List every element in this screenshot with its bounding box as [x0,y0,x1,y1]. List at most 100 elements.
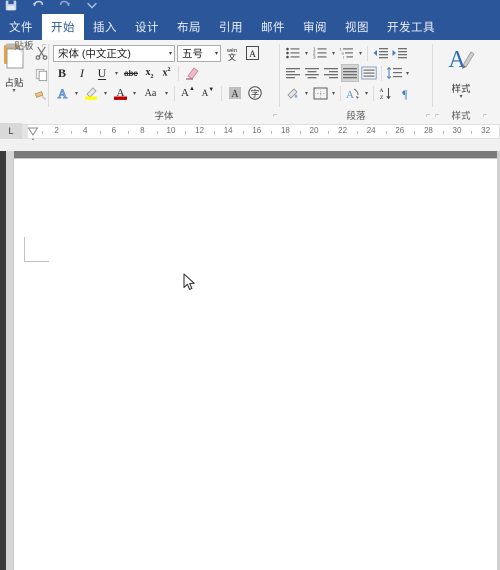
shading-caret-icon[interactable]: ▾ [303,90,310,97]
tab-3[interactable]: 设计 [126,14,168,40]
superscript-button[interactable]: x2 [159,64,174,82]
tab-2[interactable]: 插入 [84,14,126,40]
styles-dialog-launcher[interactable]: ⌐ [483,109,487,122]
numbering-button[interactable]: 123 [311,44,329,62]
phonetic-guide-icon[interactable]: wén 文 [223,44,241,62]
customize-quick-access-icon[interactable] [83,0,101,14]
bullets-button[interactable] [284,44,302,62]
font-row-3: A ▾ ▾ A ▾ Aa ▾ A ▲ A ▼ A 字 [49,83,264,103]
borders-button[interactable] [311,84,329,102]
svg-text:字: 字 [251,89,260,100]
line-spacing-button[interactable] [385,64,403,82]
ruler-minor-tick [213,131,215,134]
ruler-tick-label: 14 [223,126,233,135]
copy-icon[interactable] [32,65,48,83]
clear-formatting-icon[interactable] [183,64,201,82]
font-color-caret-icon[interactable]: ▾ [131,90,138,97]
clipboard-dialog-launcher[interactable]: ⌐ [42,40,46,52]
underline-button[interactable]: U [93,64,111,82]
ruler-tick-label: 8 [140,126,145,135]
increase-indent-button[interactable] [390,44,408,62]
tab-5[interactable]: 引用 [210,14,252,40]
format-painter-icon[interactable] [32,87,48,105]
document-area[interactable] [0,151,500,570]
align-left-button[interactable] [284,64,302,82]
bullets-caret-icon[interactable]: ▾ [303,50,310,57]
save-icon[interactable] [2,0,20,14]
paste-caret-icon[interactable]: ▾ [12,88,15,94]
highlight-caret-icon[interactable]: ▾ [102,90,109,97]
divider [174,85,175,101]
styles-group-label: ⌐ 样式 ⌐ [435,109,487,122]
borders-caret-icon[interactable]: ▾ [330,90,337,97]
enclose-character-button[interactable]: 字 [246,84,264,102]
tab-active-1[interactable]: 开始 [42,14,84,40]
tab-6[interactable]: 邮件 [252,14,294,40]
ribbon-group-paragraph: ▾ 123 ▾ 1ai ▾ ▾ ▾ ▾ A ▾ A Z ¶ 段落 ⌐ [280,40,432,123]
ribbon-group-font: 宋体 (中文正文) ▾ 五号 ▾ wén 文 A B I U ▾ abc x2 … [49,40,279,123]
bold-button[interactable]: B [53,64,71,82]
tab-stop-selector[interactable]: L [0,123,22,139]
font-size-combo[interactable]: 五号 ▾ [177,44,221,62]
change-case-caret-icon[interactable]: ▾ [163,90,170,97]
text-effects-button[interactable]: A [53,84,71,102]
divider [381,65,382,81]
numbering-caret-icon[interactable]: ▾ [330,50,337,57]
text-highlight-button[interactable] [82,84,100,102]
tab-9[interactable]: 开发工具 [378,14,444,40]
strikethrough-button[interactable]: abc [122,64,140,82]
horizontal-ruler[interactable]: 2 4 6 8 10 12 14 16 18 20 22 24 26 28 30 32 [22,124,500,139]
character-shading-button[interactable]: A [226,84,244,102]
italic-button[interactable]: I [73,64,91,82]
styles-caret-icon[interactable]: ▾ [459,94,462,100]
divider [373,85,374,101]
undo-icon[interactable] [29,0,47,14]
ruler-minor-tick [328,131,330,134]
ribbon-tab-bar: 文件 开始 插入 设计 布局 引用 邮件 审阅 视图 开发工具 [0,14,500,40]
svg-text:3: 3 [313,55,316,60]
tab-8[interactable]: 视图 [336,14,378,40]
tab-0[interactable]: 文件 [0,14,42,40]
subscript-button[interactable]: x2 [142,64,157,82]
distribute-button[interactable] [360,64,378,82]
shrink-font-button[interactable]: A ▼ [199,84,217,102]
sort-button[interactable]: AZ [377,84,395,102]
decrease-indent-button[interactable] [371,44,389,62]
font-size-caret-icon[interactable]: ▾ [211,50,218,57]
asian-layout-button[interactable]: A [344,84,362,102]
ruler-minor-tick [185,131,187,134]
grow-font-button[interactable]: A ▲ [179,84,197,102]
redo-icon[interactable] [56,0,74,14]
divider [221,85,222,101]
paragraph-dialog-launcher[interactable]: ⌐ [426,109,430,122]
shading-button[interactable] [284,84,302,102]
document-left-gutter [6,151,14,570]
font-dialog-launcher[interactable]: ⌐ [273,109,277,122]
divider [178,65,179,81]
styles-dialog-launcher-left[interactable]: ⌐ [435,109,439,122]
ruler-minor-tick [271,131,273,134]
tab-4[interactable]: 布局 [168,14,210,40]
font-name-caret-icon[interactable]: ▾ [165,50,172,57]
asian-layout-caret-icon[interactable]: ▾ [363,90,370,97]
ruler-tick-label: 24 [366,126,376,135]
justify-button[interactable] [341,64,359,82]
show-formatting-marks-button[interactable]: ¶ [396,84,414,102]
character-border-icon[interactable]: A [243,44,261,62]
text-effects-caret-icon[interactable]: ▾ [73,90,80,97]
multilevel-list-button[interactable]: 1ai [338,44,356,62]
ruler-area: L 2 4 6 8 10 12 14 16 18 20 22 24 26 28 30 32 [0,123,500,151]
line-spacing-caret-icon[interactable]: ▾ [404,70,411,77]
underline-caret-icon[interactable]: ▾ [113,70,120,77]
styles-button[interactable]: A 样式 ▾ [438,45,484,100]
font-color-button[interactable]: A [111,84,129,102]
change-case-button[interactable]: Aa [140,84,161,102]
align-right-button[interactable] [322,64,340,82]
margin-corner-marker [24,237,49,262]
font-name-combo[interactable]: 宋体 (中文正文) ▾ [53,44,175,62]
ruler-tick-label: 20 [309,126,319,135]
document-page[interactable] [14,159,500,570]
tab-7[interactable]: 审阅 [294,14,336,40]
align-center-button[interactable] [303,64,321,82]
multilevel-caret-icon[interactable]: ▾ [357,50,364,57]
